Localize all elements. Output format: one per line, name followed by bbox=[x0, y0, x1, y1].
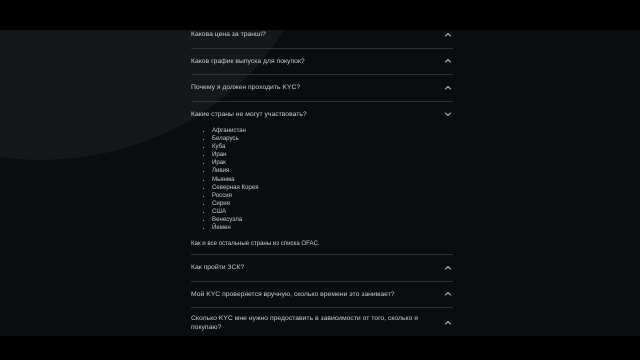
faq-question-why-kyc[interactable]: Почему я должен проходить KYC? bbox=[191, 75, 453, 101]
faq-item-how-kyc: Как пройти ЗСК? bbox=[191, 255, 453, 282]
chevron-up-icon[interactable] bbox=[444, 319, 452, 327]
faq-item-why-kyc: Почему я должен проходить KYC? bbox=[191, 75, 453, 102]
country-item: США bbox=[212, 208, 453, 216]
country-item: Куба bbox=[212, 143, 453, 151]
faq-question-text: Какова цена за траншi? bbox=[191, 31, 266, 39]
faq-item-price: Какова цена за траншi? bbox=[191, 30, 453, 49]
chevron-down-icon[interactable] bbox=[444, 110, 452, 118]
faq-question-text: Каков график выпуска для покупок? bbox=[191, 57, 305, 65]
chevron-up-icon[interactable] bbox=[444, 264, 452, 272]
faq-item-restricted-countries: Какие страны не могут участвовать? Афган… bbox=[191, 102, 453, 256]
faq-accordion: Какова цена за траншi? Каков график выпу… bbox=[191, 30, 453, 336]
faq-question-restricted-countries[interactable]: Какие страны не могут участвовать? bbox=[191, 102, 453, 128]
chevron-up-icon[interactable] bbox=[444, 84, 452, 92]
chevron-up-icon[interactable] bbox=[444, 57, 452, 65]
country-item: Венесуэла bbox=[212, 216, 453, 224]
country-item: Россия bbox=[212, 192, 453, 200]
faq-question-text: Почему я должен проходить KYC? bbox=[191, 84, 301, 92]
faq-question-kyc-amount[interactable]: Сколько KYC мне нужно предоставить в зав… bbox=[191, 308, 453, 336]
country-item: Беларусь bbox=[212, 135, 453, 143]
country-item: Ирак bbox=[212, 159, 453, 167]
chevron-up-icon[interactable] bbox=[444, 290, 452, 298]
faq-answer-restricted-countries: Афганистан Беларусь Куба Иран Ирак Ливия… bbox=[191, 127, 453, 254]
country-item: Йемен bbox=[212, 224, 453, 232]
faq-item-manual-kyc: Мой KYC проверяется вручную, сколько вре… bbox=[191, 282, 453, 309]
faq-item-schedule: Каков график выпуска для покупок? bbox=[191, 49, 453, 75]
faq-question-how-kyc[interactable]: Как пройти ЗСК? bbox=[191, 255, 453, 281]
faq-question-manual-kyc[interactable]: Мой KYC проверяется вручную, сколько вре… bbox=[191, 282, 453, 308]
faq-page: Какова цена за траншi? Каков график выпу… bbox=[0, 30, 640, 336]
faq-question-text: Мой KYC проверяется вручную, сколько вре… bbox=[191, 290, 395, 298]
country-item: Сирия bbox=[212, 200, 453, 208]
country-item: Мьянма bbox=[212, 176, 453, 184]
faq-question-text: Какие страны не могут участвовать? bbox=[191, 110, 307, 118]
faq-question-schedule[interactable]: Каков график выпуска для покупок? bbox=[191, 49, 453, 75]
chevron-up-icon[interactable] bbox=[444, 31, 452, 39]
country-list: Афганистан Беларусь Куба Иран Ирак Ливия… bbox=[191, 127, 453, 232]
video-frame: Какова цена за траншi? Каков график выпу… bbox=[0, 0, 640, 360]
country-item: Ливия bbox=[212, 167, 453, 175]
faq-question-price[interactable]: Какова цена за траншi? bbox=[191, 30, 453, 48]
country-item: Афганистан bbox=[212, 127, 453, 135]
faq-item-kyc-amount: Сколько KYC мне нужно предоставить в зав… bbox=[191, 308, 453, 336]
country-item: Иран bbox=[212, 151, 453, 159]
ofac-note: Как и все остальные страны из списка OFA… bbox=[191, 240, 320, 248]
faq-question-text: Как пройти ЗСК? bbox=[191, 264, 245, 272]
faq-question-text: Сколько KYC мне нужно предоставить в зав… bbox=[191, 314, 418, 332]
country-item: Северная Корея bbox=[212, 184, 453, 192]
